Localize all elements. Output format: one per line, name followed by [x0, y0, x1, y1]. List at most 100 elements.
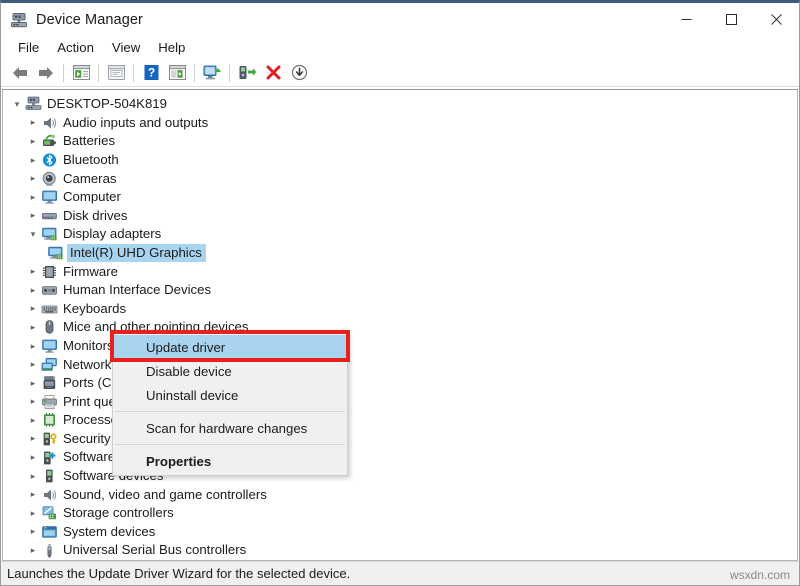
tree-node-bluetooth[interactable]: ▸ Bluetooth	[3, 151, 797, 170]
tree-node-display-adapters[interactable]: ▾ Display adapters	[3, 225, 797, 244]
chevron-right-icon[interactable]: ▸	[25, 210, 41, 221]
window-title: Device Manager	[36, 11, 143, 28]
tree-node-human-interface-devices[interactable]: ▸ Human Interface Devices	[3, 281, 797, 300]
context-menu-separator	[115, 444, 345, 445]
tree-node-storage-controllers[interactable]: ▸ Storage controllers	[3, 504, 797, 523]
toolbar-separator	[63, 63, 64, 82]
chevron-down-icon[interactable]: ▾	[9, 99, 25, 110]
properties-icon[interactable]	[103, 61, 129, 85]
toolbar: ?	[1, 59, 799, 87]
chevron-right-icon[interactable]: ▸	[25, 117, 41, 128]
chevron-right-icon[interactable]: ▸	[25, 192, 41, 203]
device-manager-icon	[10, 11, 28, 29]
context-menu-item-disable-device[interactable]: Disable device	[113, 359, 347, 383]
menu-help[interactable]: Help	[149, 38, 194, 58]
tree-node-disk-drives[interactable]: ▸ Disk drives	[3, 207, 797, 226]
chevron-right-icon[interactable]: ▸	[25, 359, 41, 370]
toolbar-separator	[194, 63, 195, 82]
menu-action[interactable]: Action	[48, 38, 103, 58]
toolbar-separator	[133, 63, 134, 82]
tree-node-intel-uhd-graphics[interactable]: Intel(R) UHD Graphics	[3, 243, 797, 263]
context-menu-separator	[115, 411, 345, 412]
printer-icon	[41, 394, 58, 410]
tree-node-computer[interactable]: ▸ Computer	[3, 188, 797, 207]
tree-node-firmware[interactable]: ▸ Firmware	[3, 262, 797, 281]
software-device-icon	[41, 468, 58, 484]
show-hide-console-tree-icon[interactable]	[68, 61, 94, 85]
help-icon[interactable]: ?	[138, 61, 164, 85]
speaker-icon	[41, 487, 58, 503]
chevron-right-icon[interactable]: ▸	[25, 378, 41, 389]
context-menu: Update driver Disable device Uninstall d…	[112, 332, 348, 476]
chevron-right-icon[interactable]: ▸	[25, 471, 41, 482]
chevron-right-icon[interactable]: ▸	[25, 173, 41, 184]
uninstall-device-icon[interactable]	[260, 61, 286, 85]
chevron-right-icon[interactable]: ▸	[25, 266, 41, 277]
context-menu-item-properties[interactable]: Properties	[113, 449, 347, 473]
chevron-right-icon[interactable]: ▸	[25, 155, 41, 166]
toolbar-separator	[98, 63, 99, 82]
forward-arrow-icon[interactable]	[33, 61, 59, 85]
context-menu-item-scan-for-hardware-changes[interactable]: Scan for hardware changes	[113, 416, 347, 440]
chevron-down-icon[interactable]: ▾	[25, 229, 41, 240]
menu-file[interactable]: File	[9, 38, 48, 58]
update-driver-icon[interactable]	[234, 61, 260, 85]
back-arrow-icon[interactable]	[7, 61, 33, 85]
usb-icon	[41, 543, 58, 559]
firmware-icon	[41, 264, 58, 280]
chevron-right-icon[interactable]: ▸	[25, 526, 41, 537]
display-adapter-icon	[47, 245, 64, 261]
maximize-button[interactable]	[709, 3, 754, 36]
tree-node-root[interactable]: ▾ DESKTOP-504K819	[3, 95, 797, 114]
chevron-right-icon[interactable]: ▸	[25, 341, 41, 352]
chevron-right-icon[interactable]: ▸	[25, 136, 41, 147]
network-adapter-icon	[41, 357, 58, 373]
chevron-right-icon[interactable]: ▸	[25, 508, 41, 519]
security-device-icon	[41, 431, 58, 447]
monitor-icon	[41, 189, 58, 205]
tree-node-audio-inputs-and-outputs[interactable]: ▸ Audio inputs and outputs	[3, 114, 797, 133]
minimize-button[interactable]	[664, 3, 709, 36]
tree-node-label: Monitors	[63, 337, 114, 353]
tree-node-label: DESKTOP-504K819	[47, 96, 167, 112]
chevron-right-icon[interactable]: ▸	[25, 285, 41, 296]
status-bar: Launches the Update Driver Wizard for th…	[1, 561, 799, 585]
chevron-right-icon[interactable]: ▸	[25, 415, 41, 426]
chevron-right-icon[interactable]: ▸	[25, 322, 41, 333]
device-manager-window: Device Manager File Action View Help ? ▾…	[0, 0, 800, 586]
chevron-right-icon[interactable]: ▸	[25, 396, 41, 407]
menu-view[interactable]: View	[103, 38, 149, 58]
display-adapter-icon	[41, 226, 58, 242]
tree-node-batteries[interactable]: ▸ Batteries	[3, 132, 797, 151]
port-icon	[41, 375, 58, 391]
software-component-icon	[41, 450, 58, 466]
tree-node-label: Computer	[63, 189, 121, 205]
chevron-right-icon[interactable]: ▸	[25, 545, 41, 556]
tree-node-sound-video-and-game-controllers[interactable]: ▸ Sound, video and game controllers	[3, 485, 797, 504]
disable-device-icon[interactable]	[286, 61, 312, 85]
tree-node-label: Firmware	[63, 263, 118, 279]
status-bar-text: Launches the Update Driver Wizard for th…	[7, 566, 351, 581]
chevron-right-icon[interactable]: ▸	[25, 433, 41, 444]
scan-hardware-changes-icon[interactable]	[199, 61, 225, 85]
bluetooth-icon	[41, 152, 58, 168]
context-menu-item-update-driver[interactable]: Update driver	[113, 335, 347, 359]
device-tree-pane[interactable]: ▾ DESKTOP-504K819 ▸ Audio inputs and out…	[2, 89, 798, 561]
computer-root-icon	[25, 96, 42, 112]
tree-node-label: Bluetooth	[63, 151, 119, 167]
tree-node-label: Display adapters	[63, 226, 162, 242]
chevron-right-icon[interactable]: ▸	[25, 489, 41, 500]
keyboard-icon	[41, 301, 58, 317]
tree-node-label: Disk drives	[63, 207, 128, 223]
watermark: wsxdn.com	[729, 568, 790, 582]
chevron-right-icon[interactable]: ▸	[25, 303, 41, 314]
tree-node-universal-serial-bus-controllers[interactable]: ▸ Universal Serial Bus controllers	[3, 541, 797, 560]
action-pane-icon[interactable]	[164, 61, 190, 85]
menu-bar: File Action View Help	[1, 36, 799, 59]
tree-node-cameras[interactable]: ▸ Cameras	[3, 169, 797, 188]
close-button[interactable]	[754, 3, 799, 36]
tree-node-system-devices[interactable]: ▸ System devices	[3, 523, 797, 542]
tree-node-keyboards[interactable]: ▸ Keyboards	[3, 300, 797, 319]
context-menu-item-uninstall-device[interactable]: Uninstall device	[113, 383, 347, 407]
chevron-right-icon[interactable]: ▸	[25, 452, 41, 463]
